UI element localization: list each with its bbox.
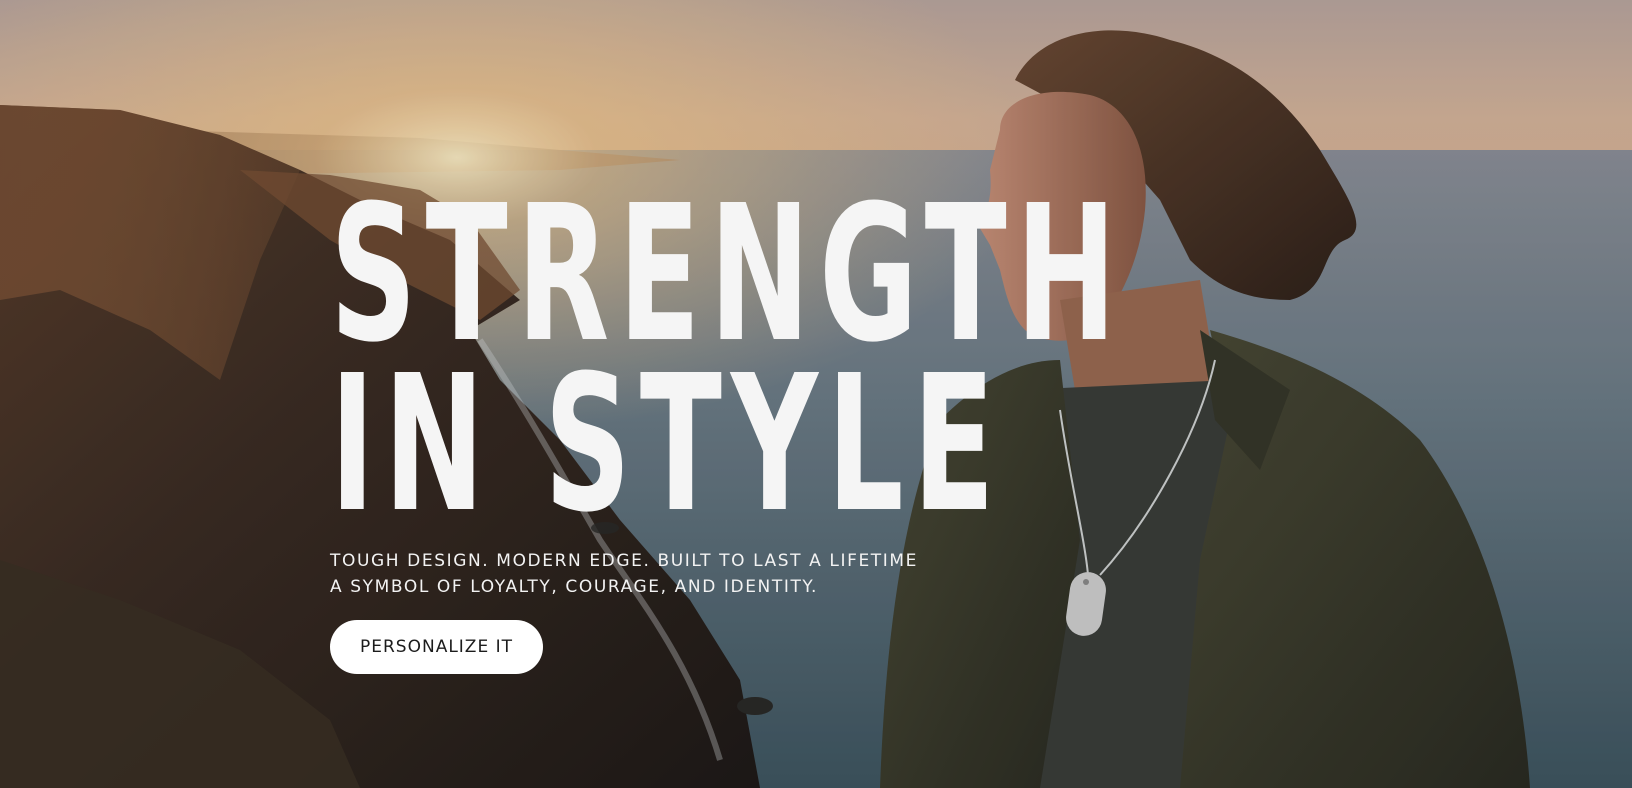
hero-content: STRENGTH IN STYLE TOUGH DESIGN. MODERN E… bbox=[330, 181, 1116, 674]
hero-subcopy: TOUGH DESIGN. MODERN EDGE. BUILT TO LAST… bbox=[330, 548, 1030, 600]
subcopy-line-2: A SYMBOL OF LOYALTY, COURAGE, AND IDENTI… bbox=[330, 577, 818, 597]
personalize-button[interactable]: PERSONALIZE IT bbox=[330, 620, 543, 674]
headline-line-2: IN STYLE bbox=[330, 335, 1004, 554]
subcopy-line-1: TOUGH DESIGN. MODERN EDGE. BUILT TO LAST… bbox=[330, 551, 918, 571]
hero-banner: STRENGTH IN STYLE TOUGH DESIGN. MODERN E… bbox=[0, 0, 1632, 788]
hero-headline: STRENGTH IN STYLE bbox=[330, 181, 1116, 554]
